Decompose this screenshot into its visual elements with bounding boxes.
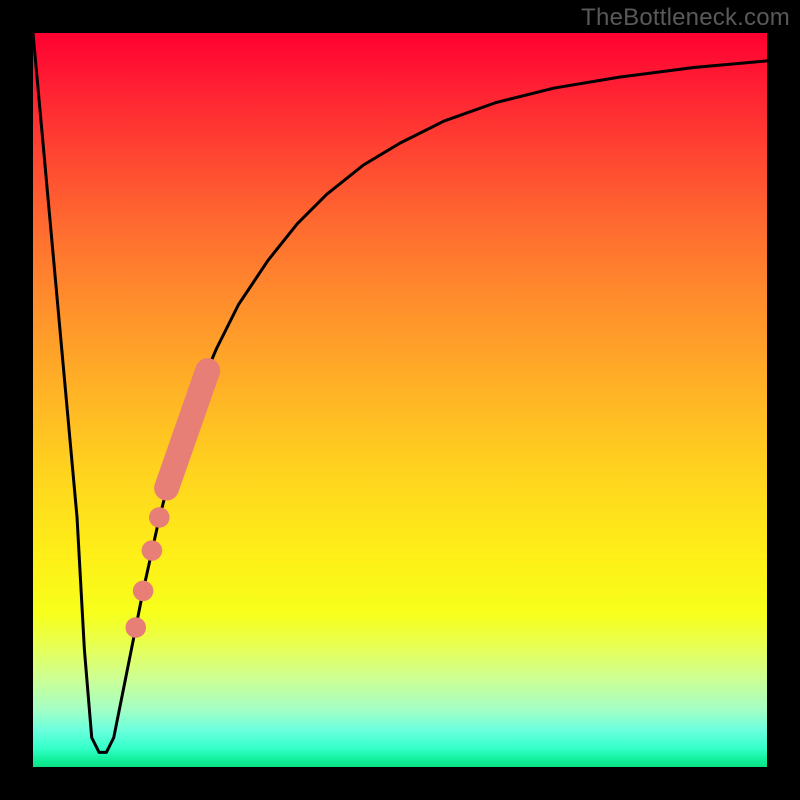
highlight-dot: [125, 617, 146, 638]
highlight-dot: [142, 540, 163, 561]
curve-layer: [33, 33, 767, 767]
watermark-text: TheBottleneck.com: [581, 4, 790, 32]
highlight-dot: [149, 507, 170, 528]
chart-frame: TheBottleneck.com: [0, 0, 800, 800]
bottleneck-curve: [33, 33, 767, 752]
highlight-bar: [167, 371, 208, 488]
plot-area: [33, 33, 767, 767]
highlight-dot: [133, 581, 154, 602]
